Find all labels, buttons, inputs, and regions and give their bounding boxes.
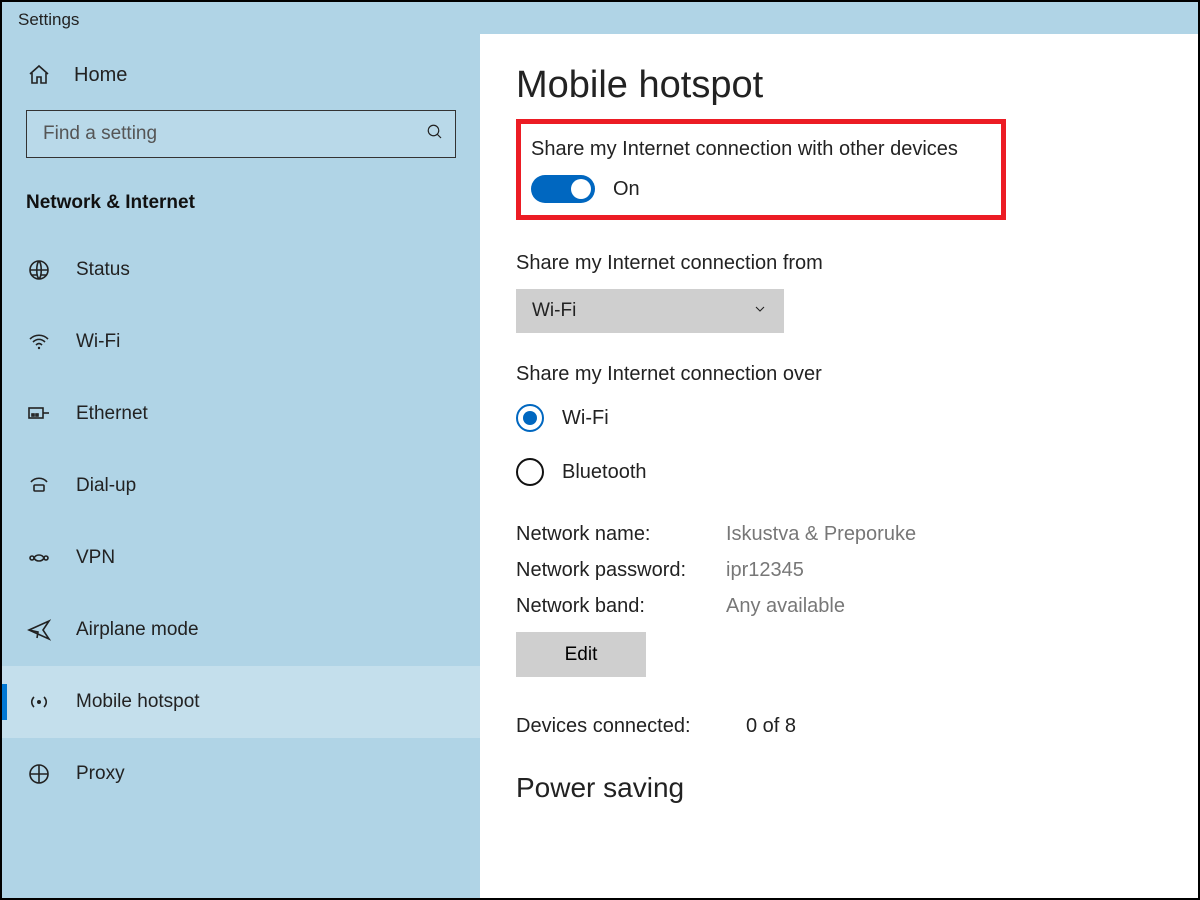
share-toggle-state: On (613, 178, 640, 201)
window-title: Settings (2, 2, 1198, 34)
radio-wifi-label: Wi-Fi (562, 407, 609, 430)
sidebar-item-airplane[interactable]: Airplane mode (2, 594, 480, 666)
share-from-dropdown[interactable]: Wi-Fi (516, 289, 784, 333)
sidebar: Home Network & Internet Status Wi-Fi (2, 34, 480, 898)
sidebar-item-status[interactable]: Status (2, 234, 480, 306)
page-title: Mobile hotspot (516, 64, 1162, 107)
sidebar-item-hotspot[interactable]: Mobile hotspot (2, 666, 480, 738)
sidebar-item-wifi[interactable]: Wi-Fi (2, 306, 480, 378)
share-from-value: Wi-Fi (532, 300, 576, 322)
search-input[interactable] (27, 123, 415, 145)
vpn-icon (26, 545, 52, 571)
sidebar-item-ethernet[interactable]: Ethernet (2, 378, 480, 450)
network-password-value: ipr12345 (726, 552, 804, 588)
search-box[interactable] (26, 110, 456, 158)
sidebar-item-label: Airplane mode (76, 619, 199, 641)
share-over-label: Share my Internet connection over (516, 363, 1162, 386)
edit-button[interactable]: Edit (516, 632, 646, 677)
share-from-label: Share my Internet connection from (516, 252, 1162, 275)
network-band-value: Any available (726, 588, 845, 624)
sidebar-item-label: Wi-Fi (76, 331, 120, 353)
devices-label: Devices connected: (516, 715, 746, 738)
radio-wifi[interactable]: Wi-Fi (516, 404, 1162, 432)
airplane-icon (26, 617, 52, 643)
content-panel: Mobile hotspot Share my Internet connect… (480, 34, 1198, 898)
devices-value: 0 of 8 (746, 715, 796, 738)
radio-icon (516, 404, 544, 432)
search-icon (415, 123, 455, 146)
sidebar-item-dialup[interactable]: Dial-up (2, 450, 480, 522)
proxy-icon (26, 761, 52, 787)
network-password-label: Network password: (516, 552, 726, 588)
sidebar-item-proxy[interactable]: Proxy (2, 738, 480, 810)
sidebar-item-label: Proxy (76, 763, 125, 785)
wifi-icon (26, 329, 52, 355)
hotspot-icon (26, 689, 52, 715)
sidebar-item-label: Mobile hotspot (76, 691, 200, 713)
network-name-label: Network name: (516, 516, 726, 552)
sidebar-item-label: Status (76, 259, 130, 281)
category-header: Network & Internet (2, 180, 480, 234)
radio-bluetooth-label: Bluetooth (562, 461, 647, 484)
network-name-value: Iskustva & Preporuke (726, 516, 916, 552)
ethernet-icon (26, 401, 52, 427)
share-toggle[interactable] (531, 175, 595, 203)
network-band-label: Network band: (516, 588, 726, 624)
home-icon (26, 62, 52, 88)
sidebar-item-label: Dial-up (76, 475, 136, 497)
sidebar-item-vpn[interactable]: VPN (2, 522, 480, 594)
sidebar-item-label: Ethernet (76, 403, 148, 425)
chevron-down-icon (752, 301, 768, 322)
power-saving-heading: Power saving (516, 772, 1162, 804)
radio-bluetooth[interactable]: Bluetooth (516, 458, 1162, 486)
home-nav[interactable]: Home (2, 44, 480, 110)
radio-icon (516, 458, 544, 486)
globe-grid-icon (26, 257, 52, 283)
highlight-annotation: Share my Internet connection with other … (516, 119, 1006, 220)
share-toggle-label: Share my Internet connection with other … (531, 138, 991, 161)
dialup-icon (26, 473, 52, 499)
sidebar-item-label: VPN (76, 547, 115, 569)
home-label: Home (74, 64, 127, 87)
